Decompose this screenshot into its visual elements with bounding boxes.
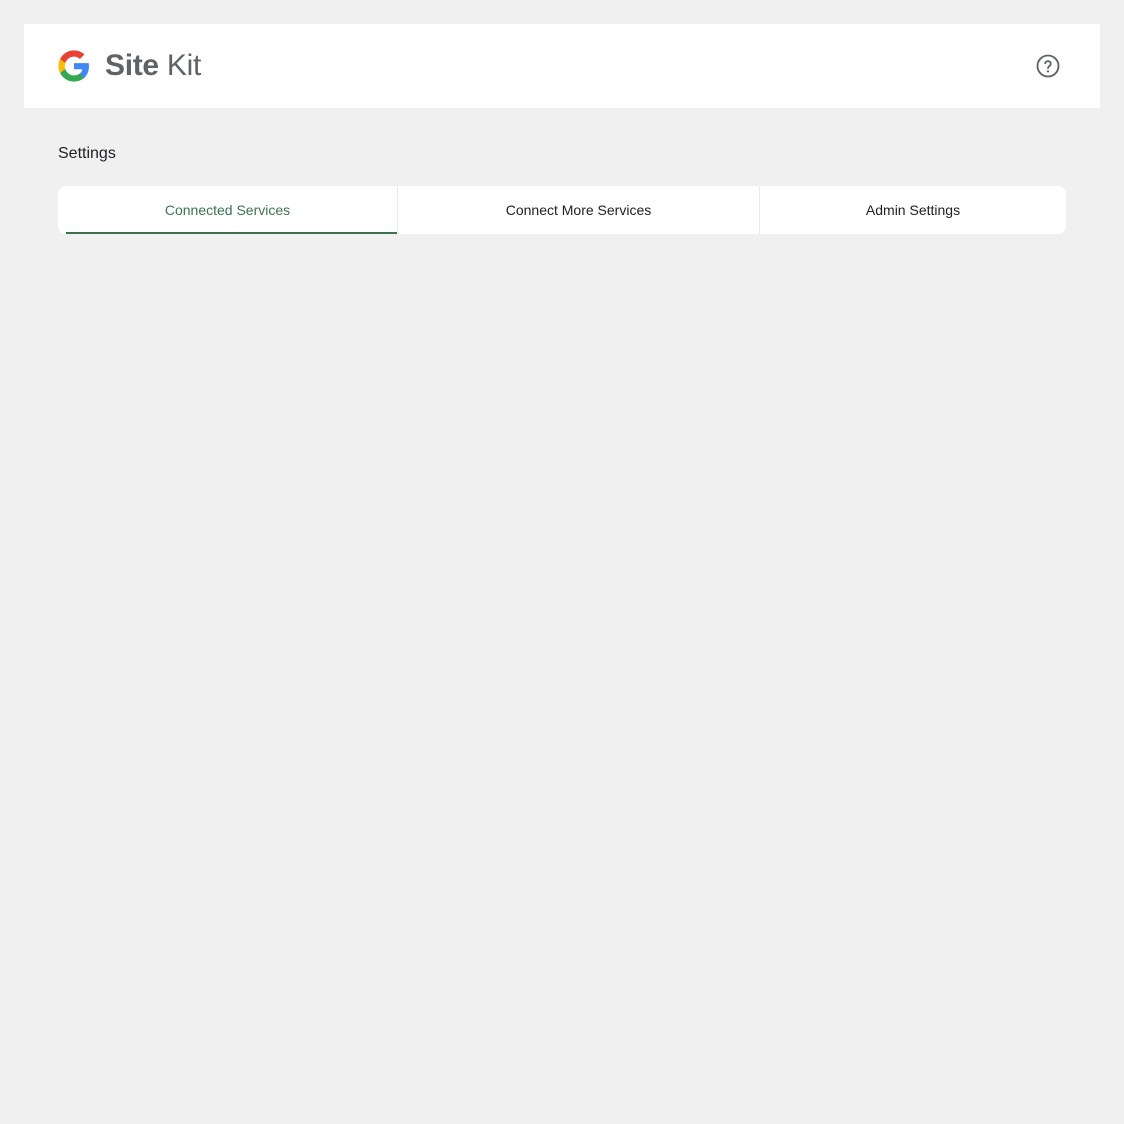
help-circle-icon[interactable]: [1034, 52, 1062, 80]
page-title: Settings: [58, 145, 116, 162]
tab-connected-services[interactable]: Connected Services: [58, 186, 397, 234]
brand-name-light: Kit: [166, 49, 201, 82]
settings-tab-bar: Connected Services Connect More Services…: [58, 186, 1066, 234]
site-kit-logo: Site Kit: [105, 44, 201, 88]
brand-name-bold: Site: [105, 49, 159, 82]
google-g-icon: [58, 50, 89, 82]
tab-admin-settings[interactable]: Admin Settings: [759, 186, 1066, 234]
app-header: Site Kit: [24, 24, 1100, 108]
tab-connect-more-services[interactable]: Connect More Services: [397, 186, 759, 234]
